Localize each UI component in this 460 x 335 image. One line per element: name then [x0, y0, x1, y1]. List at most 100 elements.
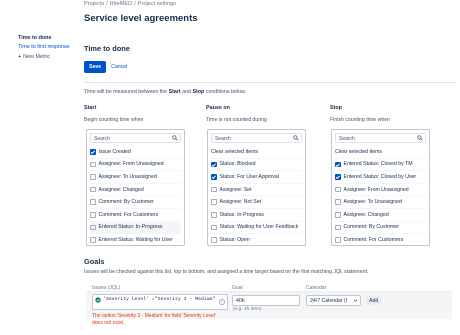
condition-label: Entered Status: Closed by TM [343, 161, 413, 168]
intro-text: Time will be measured between the [84, 89, 169, 95]
condition-checkbox[interactable] [90, 224, 96, 231]
clear-selected-button[interactable]: Clear selected items [211, 146, 302, 159]
stop-conditions-list[interactable]: Search Clear selected items Entered Stat… [331, 129, 430, 246]
stop-column: Stop Finish counting time when [330, 105, 428, 123]
condition-label: Issue Created [98, 148, 131, 155]
stop-description: Finish counting time when [330, 117, 390, 123]
condition-checkbox[interactable] [335, 224, 341, 231]
condition-label: Comment: For Customers [98, 211, 159, 218]
condition-label: Entered Status: In-Progress [98, 224, 163, 231]
stop-condition-item[interactable]: Entered Status: Closed by User [335, 171, 426, 184]
start-condition-item[interactable]: Issue Created [90, 146, 181, 159]
condition-checkbox[interactable] [335, 237, 341, 243]
goals-description: Issues will be checked against this list… [84, 269, 369, 275]
condition-label: Status: Blocked [219, 161, 256, 168]
cancel-link[interactable]: Cancel [111, 64, 127, 70]
calendar-value: 24/7 Calendar (I [310, 298, 348, 304]
start-condition-item[interactable]: Entered Status: In-Progress [90, 221, 181, 235]
condition-checkbox[interactable] [211, 212, 217, 218]
condition-checkbox[interactable] [211, 237, 217, 243]
stop-title: Stop [330, 105, 342, 111]
condition-checkbox[interactable] [335, 199, 341, 205]
calendar-select[interactable]: 24/7 Calendar (I [306, 295, 361, 306]
condition-checkbox[interactable] [211, 224, 217, 231]
condition-checkbox[interactable] [211, 199, 217, 205]
help-icon[interactable]: ? [219, 299, 225, 305]
start-condition-item[interactable]: Comment: For Customers [90, 209, 181, 222]
condition-label: Comment: For Customers [343, 236, 404, 243]
stop-condition-item[interactable]: Assignee: Changed [335, 209, 426, 222]
pause-search-input[interactable]: Search [211, 133, 302, 143]
nav-item-time-to-first-response[interactable]: Time to first response [18, 44, 82, 50]
search-placeholder: Search [94, 136, 110, 142]
condition-label: Status: Waiting for User Feedback [219, 224, 299, 231]
condition-checkbox[interactable] [90, 212, 96, 218]
pause-condition-item[interactable]: Status: Waiting for User Feedback [211, 222, 302, 235]
search-icon [293, 135, 299, 141]
jql-input[interactable]: 'Severity Level' ="Severity 3 - Medium" … [92, 294, 228, 310]
start-condition-item[interactable]: Entered Status: Waiting for User [90, 234, 181, 245]
start-condition-item[interactable]: Assignee: From Unassigned [90, 159, 181, 172]
stop-condition-item[interactable]: Entered Status: Closed by TM [335, 159, 426, 172]
new-metric-button[interactable]: + New Metric [18, 54, 82, 60]
metric-title: Time to done [84, 44, 130, 53]
pause-condition-item[interactable]: Status: In-Progress [211, 209, 302, 222]
pause-conditions-list[interactable]: Search Clear selected items Status: Bloc… [207, 129, 306, 246]
condition-label: Assignee: To Unassigned [343, 199, 402, 206]
condition-checkbox[interactable] [211, 186, 217, 193]
stop-condition-item[interactable]: Comment: By Customer [335, 222, 426, 235]
start-condition-item[interactable]: Assignee: Changed [90, 184, 181, 197]
goal-input[interactable]: 40h [232, 295, 300, 306]
pause-condition-item[interactable]: Assignee: Set [211, 184, 302, 197]
start-search-input[interactable]: Search [90, 133, 181, 143]
condition-label: Entered Status: Closed by User [343, 173, 417, 180]
check-circle-icon [95, 297, 101, 303]
breadcrumb: Projects / RiteMED / Project settings [84, 1, 176, 7]
condition-checkbox[interactable] [335, 212, 341, 218]
pause-title: Pause on [206, 105, 230, 111]
breadcrumb-settings[interactable]: Project settings [138, 1, 176, 7]
condition-checkbox[interactable] [90, 149, 96, 155]
condition-checkbox[interactable] [335, 174, 341, 180]
condition-checkbox[interactable] [211, 161, 217, 168]
pause-condition-item[interactable]: Status: For User Approval [211, 171, 302, 184]
pause-condition-item[interactable]: Status: Blocked [211, 159, 302, 172]
condition-label: Status: For User Approval [219, 173, 279, 180]
condition-checkbox[interactable] [90, 174, 96, 180]
condition-checkbox[interactable] [211, 174, 217, 180]
clear-selected-button[interactable]: Clear selected items [335, 146, 426, 159]
stop-search-input[interactable]: Search [335, 133, 426, 143]
condition-checkbox[interactable] [90, 199, 96, 205]
add-goal-button[interactable]: Add [366, 296, 382, 305]
chevron-down-icon [353, 299, 358, 302]
stop-condition-item[interactable]: Assignee: From Unassigned [335, 184, 426, 197]
search-icon [417, 135, 423, 141]
condition-checkbox[interactable] [90, 237, 96, 243]
stop-condition-item[interactable]: Assignee: To Unassigned [335, 196, 426, 209]
save-button[interactable]: Save [84, 61, 107, 73]
condition-checkbox[interactable] [90, 186, 96, 193]
goal-hint: (e.g. 4h 30m) [233, 307, 262, 312]
stop-condition-item[interactable]: Comment: For Customers [335, 234, 426, 245]
breadcrumb-projects[interactable]: Projects [84, 1, 104, 7]
condition-label: Status: In-Progress [219, 211, 264, 218]
condition-label: Assignee: Changed [343, 211, 389, 218]
condition-checkbox[interactable] [335, 186, 341, 193]
start-conditions-list[interactable]: Search Issue Created Assignee: From Unass… [86, 129, 185, 246]
new-metric-label: New Metric [23, 54, 51, 60]
pause-condition-item[interactable]: Assignee: Not Set [211, 196, 302, 209]
pause-condition-item[interactable]: Status: Open [211, 234, 302, 245]
condition-label: Assignee: Set [219, 186, 252, 193]
conditions-intro: Time will be measured between the Start … [84, 89, 246, 95]
condition-checkbox[interactable] [335, 161, 341, 168]
start-condition-item[interactable]: Assignee: To Unassigned [90, 171, 181, 184]
nav-item-time-to-done[interactable]: Time to done [18, 35, 82, 41]
condition-label: Entered Status: Waiting for User [98, 236, 173, 243]
intro-start: Start [168, 89, 181, 95]
condition-label: Assignee: Changed [98, 186, 144, 193]
breadcrumb-project[interactable]: RiteMED [110, 1, 132, 7]
jql-value: 'Severity Level' ="Severity 3 - Medium" [103, 296, 216, 302]
condition-checkbox[interactable] [90, 161, 96, 168]
start-condition-item[interactable]: Comment: By Customer [90, 196, 181, 209]
search-icon [172, 135, 178, 141]
